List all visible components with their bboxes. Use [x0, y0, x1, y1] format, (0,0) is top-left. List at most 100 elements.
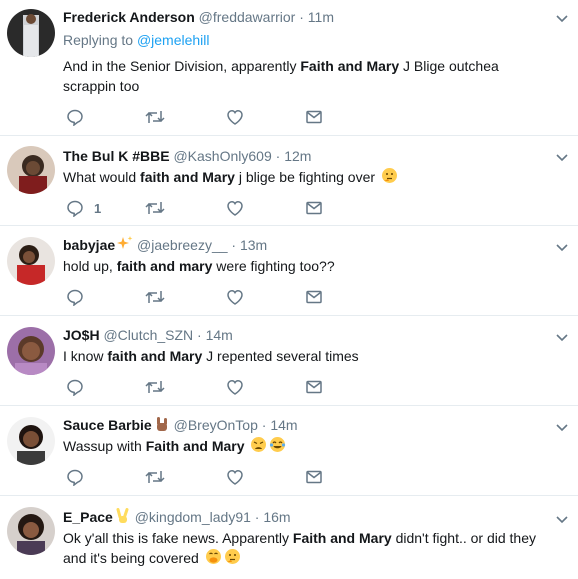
mention-link[interactable]: @jemelehill	[137, 32, 210, 48]
like-button[interactable]	[226, 199, 244, 217]
display-name[interactable]: JO$H	[63, 327, 100, 343]
thinking-face-icon	[381, 168, 397, 183]
reply-count: 1	[94, 200, 102, 216]
tweet-text-part: Ok y'all this is fake news. Apparently	[63, 530, 293, 546]
chevron-down-icon[interactable]	[554, 329, 570, 345]
tears-of-joy-face-icon	[270, 437, 286, 452]
heart-icon	[227, 379, 243, 395]
tweet[interactable]: E_Pace @kingdom_lady91 · 16m Ok y'all th…	[0, 496, 578, 579]
chevron-down-icon[interactable]	[554, 10, 570, 26]
tweet-text: Ok y'all this is fake news. Apparently F…	[63, 528, 554, 568]
retweet-button[interactable]	[145, 378, 165, 396]
tweet-text-part: I know	[63, 348, 108, 364]
tweet[interactable]: JO$H @Clutch_SZN · 14m I know faith and …	[0, 316, 578, 406]
envelope-icon	[306, 380, 322, 394]
chevron-down-icon[interactable]	[554, 149, 570, 165]
avatar[interactable]	[7, 9, 55, 57]
avatar[interactable]	[7, 507, 55, 555]
heart-icon	[227, 109, 243, 125]
tweet-text: Wassup with Faith and Mary	[63, 436, 554, 456]
timestamp[interactable]: 14m	[206, 327, 233, 343]
direct-message-button[interactable]	[305, 468, 323, 486]
separator-dot: ·	[254, 509, 260, 525]
retweet-button[interactable]	[145, 199, 165, 217]
tweet[interactable]: Sauce Barbie @BreyOnTop · 14m Wassup wit…	[0, 406, 578, 496]
avatar[interactable]	[7, 327, 55, 375]
envelope-icon	[306, 201, 322, 215]
weary-face-icon	[251, 437, 267, 452]
tweet[interactable]: Frederick Anderson @freddawarrior · 11m …	[0, 0, 578, 136]
chevron-down-icon[interactable]	[554, 239, 570, 255]
reply-icon	[67, 379, 83, 396]
retweet-icon	[145, 111, 165, 123]
user-handle[interactable]: @freddawarrior	[199, 9, 296, 25]
tweet-text-part: What would	[63, 169, 141, 185]
display-name[interactable]: E_Pace	[63, 509, 113, 525]
user-handle[interactable]: @Clutch_SZN	[103, 327, 193, 343]
thinking-face-icon	[224, 549, 240, 564]
like-button[interactable]	[226, 288, 244, 306]
reply-button[interactable]	[66, 378, 94, 396]
reply-button[interactable]	[66, 108, 94, 126]
user-handle[interactable]: @kingdom_lady91	[135, 509, 251, 525]
tweet-text: I know faith and Mary J repented several…	[63, 346, 554, 366]
display-name[interactable]: Sauce Barbie	[63, 417, 152, 433]
retweet-button[interactable]	[145, 468, 165, 486]
direct-message-button[interactable]	[305, 378, 323, 396]
victory-hand-icon	[116, 508, 129, 523]
separator-dot: ·	[261, 417, 267, 433]
tweet-text-part: j blige be fighting over	[234, 169, 376, 185]
direct-message-button[interactable]	[305, 108, 323, 126]
user-handle[interactable]: @jaebreezy__	[137, 237, 228, 253]
replying-to: Replying to @jemelehill	[63, 31, 554, 49]
tweet-text: What would faith and Mary j blige be fig…	[63, 167, 554, 187]
tweet[interactable]: babyjae @jaebreezy__ · 13m hold up, fait…	[0, 226, 578, 316]
avatar[interactable]	[7, 146, 55, 194]
retweet-icon	[145, 471, 165, 483]
direct-message-button[interactable]	[305, 199, 323, 217]
retweet-icon	[145, 291, 165, 303]
like-button[interactable]	[226, 468, 244, 486]
tweet-text-part: were fighting too??	[212, 258, 335, 274]
tweet-feed: Frederick Anderson @freddawarrior · 11m …	[0, 0, 578, 579]
tweet-text-part: J repented several times	[202, 348, 359, 364]
reply-button[interactable]	[66, 288, 94, 306]
chevron-down-icon[interactable]	[554, 511, 570, 527]
tweet-text-highlight: Faith and Mary	[292, 530, 392, 546]
reply-icon	[67, 109, 83, 126]
separator-dot: ·	[231, 237, 237, 253]
timestamp[interactable]: 12m	[284, 148, 311, 164]
tweet[interactable]: The Bul K #BBE @KashOnly609 · 12m What w…	[0, 136, 578, 226]
retweet-button[interactable]	[145, 288, 165, 306]
replying-to-label: Replying to	[63, 32, 137, 48]
envelope-icon	[306, 470, 322, 484]
chevron-down-icon[interactable]	[554, 419, 570, 435]
like-button[interactable]	[226, 378, 244, 396]
reply-icon	[67, 200, 83, 217]
tweet-text: And in the Senior Division, apparently F…	[63, 56, 554, 96]
reply-button[interactable]: 1	[66, 199, 101, 217]
display-name[interactable]: Frederick Anderson	[63, 9, 195, 25]
retweet-button[interactable]	[145, 108, 165, 126]
tweet-text-part: hold up,	[63, 258, 117, 274]
heart-icon	[227, 469, 243, 485]
user-handle[interactable]: @KashOnly609	[173, 148, 271, 164]
timestamp[interactable]: 14m	[270, 417, 297, 433]
avatar[interactable]	[7, 417, 55, 465]
reply-icon	[67, 289, 83, 306]
heart-icon	[227, 289, 243, 305]
user-handle[interactable]: @BreyOnTop	[174, 417, 258, 433]
display-name[interactable]: babyjae	[63, 237, 115, 253]
avatar[interactable]	[7, 237, 55, 285]
direct-message-button[interactable]	[305, 288, 323, 306]
display-name[interactable]: The Bul K #BBE	[63, 148, 170, 164]
reply-button[interactable]	[66, 468, 94, 486]
timestamp[interactable]: 16m	[263, 509, 290, 525]
timestamp[interactable]: 13m	[240, 237, 267, 253]
like-button[interactable]	[226, 108, 244, 126]
retweet-icon	[145, 381, 165, 393]
sign-of-horns-icon	[156, 417, 167, 431]
envelope-icon	[306, 110, 322, 124]
timestamp[interactable]: 11m	[308, 9, 334, 25]
tweet-text-part: And in the Senior Division, apparently	[63, 58, 301, 74]
